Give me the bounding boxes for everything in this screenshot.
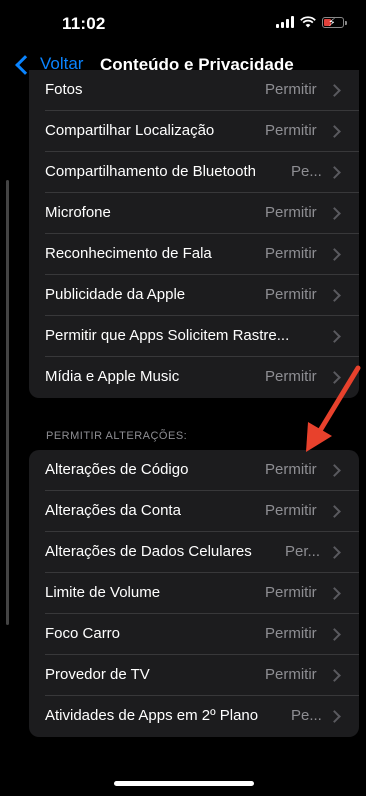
row-value: Permitir [265, 584, 317, 601]
chevron-right-icon [328, 207, 341, 220]
row-value: Permitir [265, 122, 317, 139]
row-atividades-apps-segundo-plano[interactable]: Atividades de Apps em 2º Plano Pe... [29, 696, 359, 737]
scroll-indicator[interactable] [6, 180, 9, 625]
wifi-icon [300, 16, 316, 28]
row-value: Per... [285, 543, 321, 560]
chevron-right-icon [328, 710, 341, 723]
row-microfone[interactable]: Microfone Permitir [29, 193, 359, 234]
row-label: Microfone [45, 204, 111, 221]
row-label: Publicidade da Apple [45, 286, 186, 303]
row-label: Permitir que Apps Solicitem Rastre... [45, 327, 290, 344]
red-annotation-arrow-icon [306, 365, 361, 452]
chevron-right-icon [328, 84, 341, 97]
row-value: Permitir [265, 81, 317, 98]
row-value: Pe... [291, 163, 322, 180]
status-bar: 11:02 ⚡ [0, 0, 366, 46]
chevron-right-icon [328, 587, 341, 600]
chevron-right-icon [328, 505, 341, 518]
row-label: Atividades de Apps em 2º Plano [45, 707, 259, 724]
row-publicidade-apple[interactable]: Publicidade da Apple Permitir [29, 275, 359, 316]
row-value: Permitir [265, 245, 317, 262]
row-label: Fotos [45, 81, 83, 98]
chevron-right-icon [328, 628, 341, 641]
row-label: Compartilhamento de Bluetooth [45, 163, 256, 180]
row-compartilhar-localizacao[interactable]: Compartilhar Localização Permitir [29, 111, 359, 152]
chevron-right-icon [328, 248, 341, 261]
chevron-right-icon [328, 464, 341, 477]
row-label: Provedor de TV [45, 666, 150, 683]
row-foco-carro[interactable]: Foco Carro Permitir [29, 614, 359, 655]
row-value: Permitir [265, 666, 317, 683]
row-value: Pe... [291, 707, 322, 724]
row-label: Limite de Volume [45, 584, 161, 601]
chevron-right-icon [328, 546, 341, 559]
row-alteracoes-conta[interactable]: Alterações da Conta Permitir [29, 491, 359, 532]
status-time: 11:02 [62, 14, 106, 33]
phone-screen: 11:02 ⚡ Voltar Conteúdo e Privacidade Fo… [0, 0, 366, 796]
chevron-right-icon [328, 669, 341, 682]
row-provedor-tv[interactable]: Provedor de TV Permitir [29, 655, 359, 696]
chevron-right-icon [328, 125, 341, 138]
row-compartilhamento-bluetooth[interactable]: Compartilhamento de Bluetooth Pe... [29, 152, 359, 193]
cellular-signal-icon [276, 16, 294, 28]
row-limite-volume[interactable]: Limite de Volume Permitir [29, 573, 359, 614]
row-reconhecimento-fala[interactable]: Reconhecimento de Fala Permitir [29, 234, 359, 275]
chevron-right-icon [328, 289, 341, 302]
row-value: Permitir [265, 625, 317, 642]
row-fotos[interactable]: Fotos Permitir [29, 70, 359, 111]
status-icons: ⚡ [276, 16, 347, 29]
home-indicator[interactable] [114, 781, 254, 786]
chevron-right-icon [328, 166, 341, 179]
row-label: Alterações de Código [45, 461, 189, 478]
chevron-right-icon [328, 330, 341, 343]
row-rastreamento-apps[interactable]: Permitir que Apps Solicitem Rastre... [29, 316, 359, 357]
row-value: Permitir [265, 502, 317, 519]
changes-settings-group: Alterações de Código Permitir Alterações… [29, 450, 359, 737]
row-label: Alterações da Conta [45, 502, 181, 519]
row-label: Compartilhar Localização [45, 122, 215, 139]
row-label: Alterações de Dados Celulares [45, 543, 252, 560]
row-value: Permitir [265, 204, 317, 221]
row-label: Mídia e Apple Music [45, 368, 180, 385]
row-label: Reconhecimento de Fala [45, 245, 212, 262]
row-alteracoes-dados-celulares[interactable]: Alterações de Dados Celulares Per... [29, 532, 359, 573]
row-value: Permitir [265, 286, 317, 303]
privacy-settings-group: Fotos Permitir Compartilhar Localização … [29, 70, 359, 398]
section-header-permitir-alteracoes: PERMITIR ALTERAÇÕES: [46, 430, 188, 442]
battery-charging-icon: ⚡ [322, 16, 347, 29]
row-label: Foco Carro [45, 625, 121, 642]
